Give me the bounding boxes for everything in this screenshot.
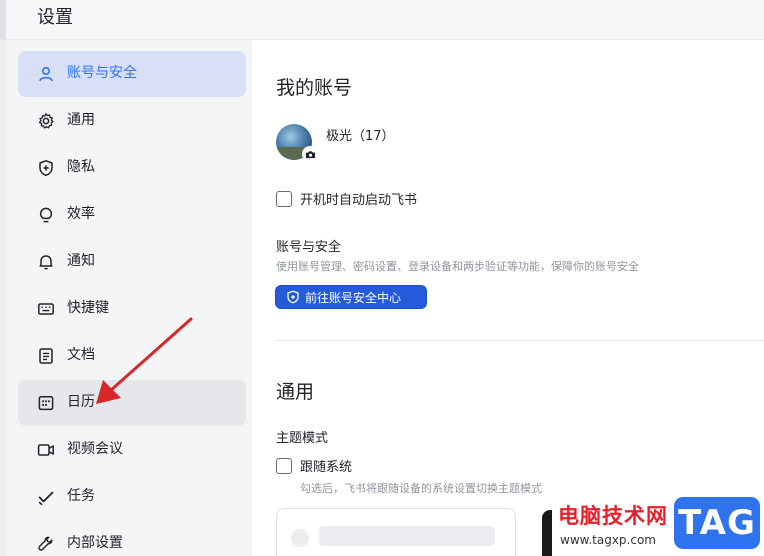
sidebar-item-video-meeting[interactable]: 视频会议 xyxy=(18,427,246,473)
sidebar-item-privacy[interactable]: 隐私 xyxy=(18,145,246,191)
sidebar-item-account-security[interactable]: 账号与安全 xyxy=(18,51,246,97)
sidebar-item-label: 账号与安全 xyxy=(67,65,137,81)
autostart-checkbox[interactable] xyxy=(276,191,292,207)
watermark-title: 电脑技术网 xyxy=(558,504,668,528)
gear-icon xyxy=(38,113,54,129)
video-icon xyxy=(37,444,54,456)
autostart-label[interactable]: 开机时自动启动飞书 xyxy=(300,189,417,208)
page-title: 设置 xyxy=(37,7,73,28)
wrench-icon xyxy=(38,536,53,551)
camera-icon[interactable] xyxy=(302,146,318,162)
theme-preview-bar xyxy=(319,526,495,546)
sidebar-item-internal-settings[interactable]: 内部设置 xyxy=(18,521,246,556)
sidebar-item-label: 文档 xyxy=(67,347,95,363)
sidebar-item-label: 快捷键 xyxy=(67,300,109,316)
follow-system-checkbox[interactable] xyxy=(276,458,292,474)
sidebar-item-label: 视频会议 xyxy=(67,441,123,457)
username: 极光（17） xyxy=(326,129,395,144)
calendar-icon xyxy=(38,396,54,411)
header-edge xyxy=(0,0,6,39)
sidebar-item-label: 内部设置 xyxy=(67,535,123,551)
user-icon xyxy=(39,66,53,82)
general-title: 通用 xyxy=(276,381,315,403)
follow-system-description: 勾选后，飞书将跟随设备的系统设置切换主题模式 xyxy=(300,482,542,495)
theme-mode-subtitle: 主题模式 xyxy=(276,431,329,446)
shield-icon xyxy=(287,290,299,304)
watermark-url: www.tagxp.com xyxy=(560,533,656,547)
sidebar-item-label: 通知 xyxy=(67,253,95,269)
lightbulb-icon xyxy=(39,207,53,223)
document-icon xyxy=(39,348,53,364)
sidebar-edge xyxy=(0,40,6,556)
account-security-description: 使用账号管理、密码设置、登录设备和两步验证等功能，保障你的账号安全 xyxy=(276,260,639,273)
sidebar-item-efficiency[interactable]: 效率 xyxy=(18,192,246,238)
sidebar-item-notifications[interactable]: 通知 xyxy=(18,239,246,285)
shield-icon xyxy=(39,160,53,177)
settings-header: 设置 xyxy=(0,0,764,40)
sidebar-item-label: 效率 xyxy=(67,206,95,222)
follow-system-label[interactable]: 跟随系统 xyxy=(300,456,352,475)
sidebar-item-label: 日历 xyxy=(67,394,95,410)
camera-glyph xyxy=(305,150,315,158)
sidebar-item-docs[interactable]: 文档 xyxy=(18,333,246,379)
account-security-subtitle: 账号与安全 xyxy=(276,240,342,255)
my-account-title: 我的账号 xyxy=(276,77,353,99)
theme-option-light[interactable] xyxy=(276,508,516,556)
keyboard-icon xyxy=(38,303,54,315)
button-label: 前往账号安全中心 xyxy=(305,290,402,305)
sidebar-item-tasks[interactable]: 任务 xyxy=(18,474,246,520)
sidebar-item-shortcuts[interactable]: 快捷键 xyxy=(18,286,246,332)
watermark-logo: TAG xyxy=(674,497,760,549)
sidebar-item-label: 通用 xyxy=(67,112,95,128)
sidebar-item-label: 隐私 xyxy=(67,159,95,175)
section-divider xyxy=(276,340,764,341)
settings-sidebar: 账号与安全 通用 隐私 效率 通知 快捷键 文档 日历 视频会议 任务 内部设置 xyxy=(0,40,252,556)
open-security-center-button[interactable]: 前往账号安全中心 xyxy=(276,286,426,308)
sidebar-item-general[interactable]: 通用 xyxy=(18,98,246,144)
sidebar-item-label: 任务 xyxy=(67,488,95,504)
settings-content: 我的账号 极光（17） 开机时自动启动飞书 账号与安全 使用账号管理、密码设置、… xyxy=(252,40,764,556)
sidebar-item-calendar[interactable]: 日历 xyxy=(18,380,246,426)
checkmark-icon xyxy=(38,491,54,505)
bell-icon xyxy=(39,255,53,270)
theme-preview-dot xyxy=(291,529,309,547)
